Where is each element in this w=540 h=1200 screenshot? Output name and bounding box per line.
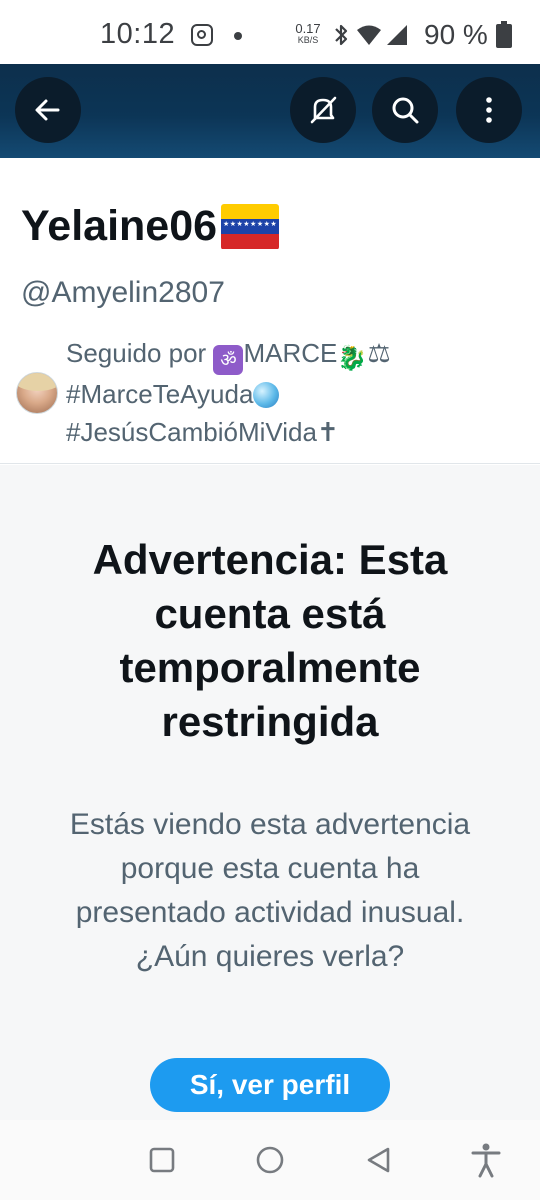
restriction-warning: Advertencia: Esta cuenta está temporalme… bbox=[0, 465, 540, 1120]
arrow-left-icon bbox=[35, 99, 60, 121]
warning-title: Advertencia: Esta cuenta está temporalme… bbox=[92, 536, 448, 745]
profile-display-name: Yelaine06 ★★★★★★★★ bbox=[21, 202, 280, 251]
venezuela-flag-icon: ★★★★★★★★ bbox=[221, 203, 280, 250]
app-header bbox=[0, 64, 540, 158]
bluetooth-icon bbox=[335, 24, 348, 46]
followed-by-tag1: #MarceTeAyuda bbox=[66, 379, 254, 409]
square-icon[interactable] bbox=[148, 1146, 176, 1174]
dragon-emoji-icon: 🐉 bbox=[337, 345, 368, 372]
battery-icon bbox=[496, 21, 512, 48]
circle-icon[interactable] bbox=[255, 1145, 285, 1175]
view-profile-button[interactable]: Sí, ver perfil bbox=[150, 1058, 390, 1112]
network-speed-unit: KB/S bbox=[297, 35, 319, 45]
crystal-ball-emoji-icon bbox=[253, 382, 280, 408]
followed-by-name: MARCE bbox=[243, 338, 338, 368]
cell-signal-icon bbox=[387, 25, 407, 45]
followed-by-text[interactable]: Seguido por ॐ MARCE🐉⚖ #MarceTeAyuda #Jesú… bbox=[66, 334, 526, 451]
followed-by-tag2: #JesúsCambióMiVida bbox=[66, 417, 317, 447]
profile-header: Yelaine06 ★★★★★★★★ @Amyelin2807 Seguido … bbox=[0, 158, 540, 464]
profile-handle: @Amyelin2807 bbox=[21, 276, 225, 309]
om-emoji-icon: ॐ bbox=[213, 345, 244, 375]
status-time: 10:12 bbox=[100, 18, 176, 50]
search-icon bbox=[392, 97, 419, 124]
followed-by-prefix: Seguido por bbox=[66, 338, 207, 368]
scales-emoji-icon: ⚖ bbox=[367, 338, 391, 368]
instagram-notification-icon bbox=[191, 24, 213, 46]
mute-button[interactable] bbox=[290, 77, 356, 143]
network-speed: 0.17 KB/S bbox=[293, 22, 323, 45]
triangle-back-icon[interactable] bbox=[364, 1146, 392, 1174]
search-button[interactable] bbox=[372, 77, 438, 143]
follower-avatar[interactable] bbox=[16, 372, 58, 414]
accessibility-icon[interactable] bbox=[470, 1142, 502, 1178]
status-bar: 10:12 0.17 KB/S 90 % bbox=[0, 0, 540, 64]
system-navigation-bar bbox=[0, 1120, 540, 1200]
mute-icon bbox=[310, 96, 337, 124]
display-name-text: Yelaine06 bbox=[21, 202, 218, 250]
more-options-button[interactable] bbox=[456, 77, 522, 143]
wifi-icon bbox=[357, 25, 381, 45]
notification-dot-icon bbox=[234, 32, 242, 40]
more-vertical-icon bbox=[486, 97, 492, 123]
battery-percent: 90 % bbox=[424, 19, 488, 50]
network-speed-value: 0.17 bbox=[295, 21, 321, 36]
warning-description: Estás viendo esta advertencia porque est… bbox=[69, 808, 471, 973]
cross-emoji-icon: ✝ bbox=[316, 417, 339, 447]
back-button[interactable] bbox=[15, 77, 81, 143]
